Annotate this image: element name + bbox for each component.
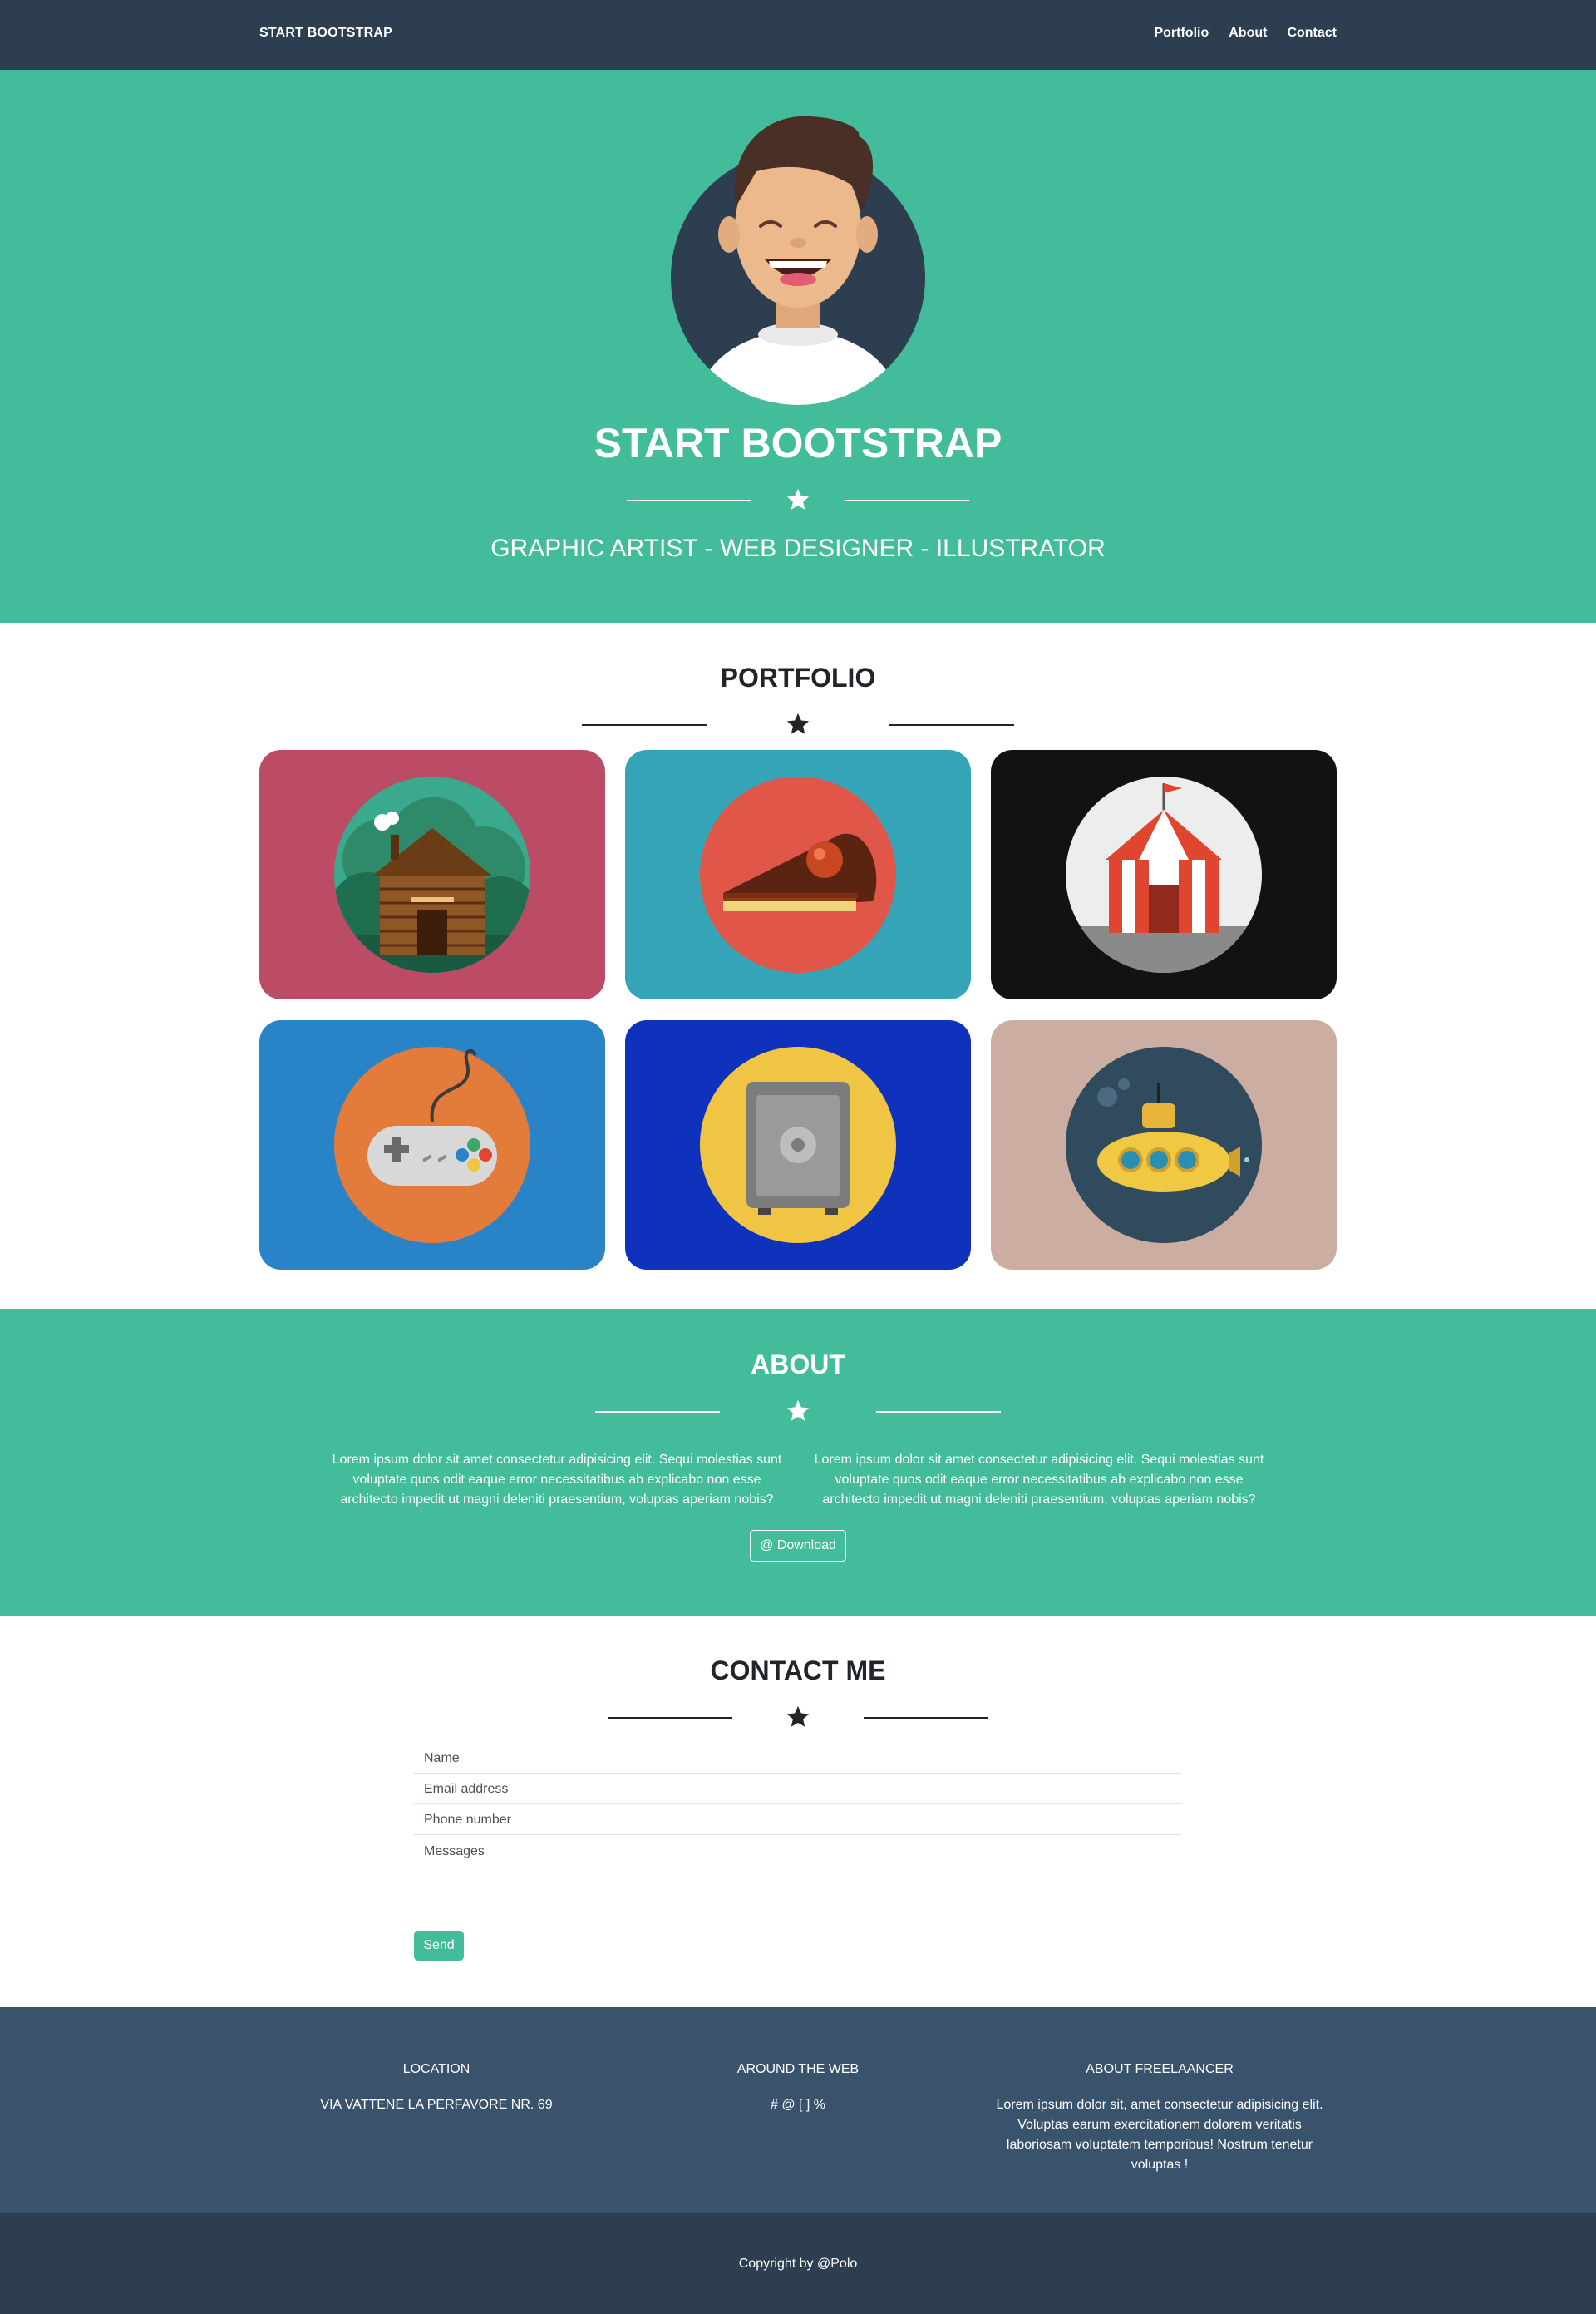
nav-link-contact[interactable]: Contact [1287,26,1337,41]
phone-field[interactable]: Phone number [414,1804,1182,1835]
about-section: ABOUT Lorem ipsum dolor sit amet consect… [0,1309,1596,1616]
about-title: ABOUT [751,1349,845,1379]
portfolio-item-cake[interactable] [625,750,971,999]
star-icon [786,1399,810,1421]
about-text-left: Lorem ipsum dolor sit amet consectetur a… [332,1453,782,1507]
nav-links: Portfolio About Contact [1154,26,1337,41]
star-icon [786,1705,810,1727]
about-divider [0,1399,1596,1423]
portfolio-item-circus-tent[interactable] [991,750,1337,999]
submarine-icon [1066,1047,1262,1243]
portfolio-item-game-controller[interactable] [259,1020,605,1270]
about-text-right: Lorem ipsum dolor sit amet consectetur a… [814,1453,1264,1507]
contact-divider [0,1705,1596,1729]
footer-location-text: VIA VATTENE LA PERFAVORE NR. 69 [320,2098,553,2112]
copyright-bar: Copyright by @Polo [0,2213,1596,2314]
star-icon [786,488,810,510]
message-field[interactable]: Messages [414,1836,1182,1917]
download-button[interactable]: @ Download [750,1530,846,1562]
name-field[interactable]: Name [414,1743,1182,1774]
portfolio-item-cabin[interactable] [259,750,605,999]
footer-about: ABOUT FREELAANCER Lorem ipsum dolor sit,… [989,2062,1330,2175]
divider-line-left [582,724,707,726]
contact-title: CONTACT ME [710,1655,886,1685]
portfolio-item-submarine[interactable] [991,1020,1337,1270]
footer-about-title: ABOUT FREELAANCER [1086,2062,1234,2076]
divider-line-left [627,500,751,501]
divider-line-right [864,1717,988,1719]
cake-icon [700,777,896,973]
nav-link-about[interactable]: About [1229,26,1267,41]
cabin-icon [334,777,530,973]
divider-line-left [608,1717,732,1719]
footer-around-web: AROUND THE WEB # @ [ ] % [653,2062,943,2115]
divider-line-right [876,1411,1001,1413]
nav-link-portfolio[interactable]: Portfolio [1154,26,1209,41]
star-icon [786,713,810,734]
hero-section: START BOOTSTRAP GRAPHIC ARTIST - WEB DES… [0,70,1596,623]
circus-tent-icon [1066,777,1262,973]
divider-line-right [889,724,1014,726]
copyright-text: Copyright by @Polo [738,2257,858,2271]
hero-divider [0,487,1596,512]
footer-social-links[interactable]: # @ [ ] % [653,2095,943,2115]
avatar-icon [671,116,925,405]
portfolio-title: PORTFOLIO [720,663,876,693]
divider-line-right [845,500,969,501]
safe-icon [700,1047,896,1243]
divider-line-left [595,1411,720,1413]
footer-about-text: Lorem ipsum dolor sit, amet consectetur … [996,2098,1323,2172]
navbar: START BOOTSTRAP Portfolio About Contact [0,0,1596,70]
send-button[interactable]: Send [414,1931,464,1961]
hero-subtitle: GRAPHIC ARTIST - WEB DESIGNER - ILLUSTRA… [490,535,1106,562]
brand-link[interactable]: START BOOTSTRAP [259,26,392,41]
footer: LOCATION VIA VATTENE LA PERFAVORE NR. 69… [0,2007,1596,2213]
game-controller-icon [334,1047,530,1243]
hero-title: START BOOTSTRAP [594,420,1002,466]
footer-location-title: LOCATION [402,2062,470,2076]
footer-web-title: AROUND THE WEB [736,2062,860,2076]
footer-location: LOCATION VIA VATTENE LA PERFAVORE NR. 69 [291,2062,582,2115]
email-field[interactable]: Email address [414,1774,1182,1804]
portfolio-item-safe[interactable] [625,1020,971,1270]
portfolio-divider [0,712,1596,737]
